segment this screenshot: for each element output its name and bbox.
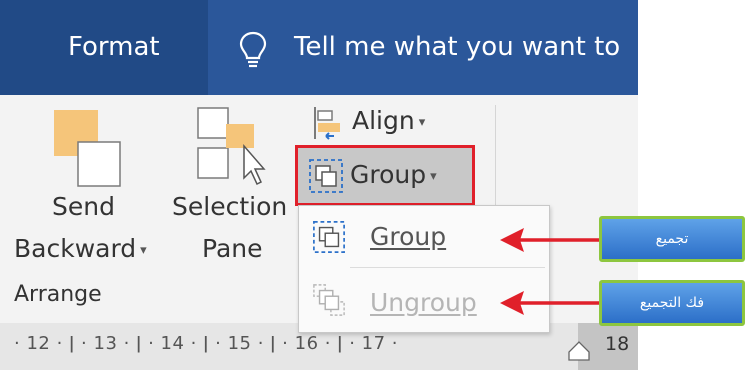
send-backward-icon [54,110,121,187]
callout-group-arabic: تجميع [599,216,745,262]
menu-separator [350,267,545,268]
tab-format[interactable]: Format [0,0,208,95]
selection-pane-icon [197,107,266,186]
ruler-ticks: · 12 · ǀ · 13 · ǀ · 14 · ǀ · 15 · ǀ · 16… [14,333,399,354]
align-text: Align [352,106,415,135]
send-backward-label-line1: Send [52,192,115,221]
send-backward-label-line2: Backward ▾ [14,234,147,263]
align-label: Align ▾ [352,106,425,135]
align-icon [314,107,340,140]
group-icon [313,221,345,253]
send-backward-button[interactable]: Send Backward ▾ [10,100,160,280]
chevron-down-icon: ▾ [140,242,147,258]
lightbulb-icon[interactable] [238,30,268,70]
callout-ungroup-arabic: فك التجميع [599,280,745,326]
ribbon-group-label-arrange: Arrange [14,282,102,307]
menu-item-group-label: Group [370,222,447,251]
selection-pane-label-line2: Pane [202,234,263,263]
send-backward-label: Backward [14,234,137,263]
ungroup-icon [313,284,345,316]
group-highlight-box [295,145,475,206]
selection-pane-button[interactable]: Selection Pane [168,100,296,280]
chevron-down-icon: ▾ [418,114,426,130]
selection-pane-label-line1: Selection [172,192,288,221]
tell-me-search[interactable]: Tell me what you want to [294,32,620,62]
menu-item-ungroup-label: Ungroup [370,288,477,317]
align-button[interactable]: Align ▾ [308,103,458,143]
indent-marker-icon[interactable] [566,336,592,362]
ruler-end-number: 18 [605,333,630,355]
arrow-left-icon [500,228,608,252]
arrow-left-icon [500,291,608,315]
tab-format-label: Format [68,32,160,62]
